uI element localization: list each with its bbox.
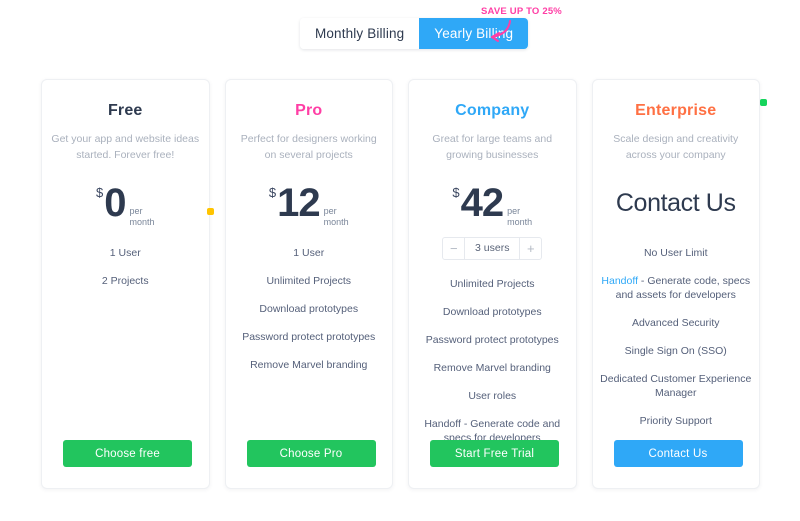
period-line-2: month bbox=[129, 217, 155, 227]
price-period: per month bbox=[507, 206, 532, 228]
feature-item: Remove Marvel branding bbox=[433, 362, 551, 374]
increment-users-button[interactable]: + bbox=[519, 238, 542, 259]
tab-monthly-billing[interactable]: Monthly Billing bbox=[300, 18, 420, 49]
plan-description-pro: Perfect for designers working on several… bbox=[240, 133, 377, 161]
plan-description-free: Get your app and website ideas started. … bbox=[51, 133, 200, 161]
currency-symbol: $ bbox=[96, 185, 104, 200]
plan-title-enterprise: Enterprise bbox=[635, 102, 717, 119]
feature-list-pro: 1 User Unlimited Projects Download proto… bbox=[227, 239, 390, 379]
feature-list-company: Unlimited Projects Download prototypes P… bbox=[411, 270, 574, 452]
handoff-link[interactable]: Handoff bbox=[601, 275, 638, 287]
yellow-marker-dot bbox=[207, 208, 214, 215]
pricing-card-company: Company Great for large teams and growin… bbox=[408, 79, 577, 489]
pricing-card-enterprise: Enterprise Scale design and creativity a… bbox=[591, 79, 760, 489]
plan-title-pro: Pro bbox=[295, 102, 323, 119]
feature-list-free: 1 User 2 Projects bbox=[44, 239, 207, 295]
period-line-1: per bbox=[507, 206, 521, 216]
user-count-stepper[interactable]: − 3 users + bbox=[442, 237, 543, 260]
price-period: per month bbox=[129, 206, 154, 228]
user-count-value: 3 users bbox=[475, 242, 510, 254]
feature-item: Advanced Security bbox=[631, 317, 720, 329]
price-block-pro: $ 12 per month bbox=[269, 173, 349, 233]
choose-pro-button[interactable]: Choose Pro bbox=[246, 440, 376, 467]
period-line-1: per bbox=[129, 206, 143, 216]
currency-symbol: $ bbox=[452, 185, 460, 200]
feature-item-handoff: Handoff - Generate code, specs and asset… bbox=[594, 267, 757, 309]
green-marker-dot bbox=[760, 99, 767, 106]
price-amount: 0 bbox=[104, 181, 126, 225]
price-block-company: $ 42 per month bbox=[452, 173, 532, 233]
plan-title-free: Free bbox=[107, 102, 143, 119]
pricing-card-free: Free Get your app and website ideas star… bbox=[41, 79, 210, 489]
pricing-card-pro: Pro Perfect for designers working on sev… bbox=[224, 79, 393, 489]
period-line-2: month bbox=[323, 217, 349, 227]
plan-title-company: Company bbox=[455, 102, 530, 119]
feature-item: Download prototypes bbox=[259, 303, 359, 315]
choose-free-button[interactable]: Choose free bbox=[63, 440, 192, 467]
save-badge: SAVE UP TO 25% bbox=[481, 6, 562, 17]
feature-item: Password protect prototypes bbox=[425, 334, 559, 346]
feature-list-enterprise: No User Limit Handoff - Generate code, s… bbox=[594, 239, 757, 435]
plan-description-company: Great for large teams and growing busine… bbox=[432, 133, 553, 161]
decrement-users-button[interactable]: − bbox=[443, 238, 466, 259]
pricing-cards: Free Get your app and website ideas star… bbox=[41, 79, 760, 489]
feature-item: 2 Projects bbox=[101, 275, 149, 287]
feature-item: Unlimited Projects bbox=[449, 278, 535, 290]
tab-yearly-billing[interactable]: Yearly Billing bbox=[419, 18, 529, 49]
contact-us-button[interactable]: Contact Us bbox=[613, 440, 743, 467]
feature-item: Single Sign On (SSO) bbox=[624, 345, 727, 357]
feature-item: Dedicated Customer Experience Manager bbox=[600, 373, 752, 399]
feature-item: 1 User bbox=[109, 247, 141, 259]
feature-item: No User Limit bbox=[643, 247, 708, 259]
feature-item: 1 User bbox=[293, 247, 325, 259]
feature-item: Remove Marvel branding bbox=[250, 359, 368, 371]
billing-toggle-group[interactable]: Monthly Billing Yearly Billing bbox=[300, 18, 529, 49]
price-amount: 42 bbox=[460, 181, 504, 225]
price-period: per month bbox=[324, 206, 349, 228]
period-line-2: month bbox=[507, 217, 533, 227]
feature-item: Password protect prototypes bbox=[242, 331, 376, 343]
plan-description-enterprise: Scale design and creativity across your … bbox=[613, 133, 739, 161]
price-amount: 12 bbox=[277, 181, 320, 225]
feature-item: User roles bbox=[468, 390, 517, 402]
feature-item: Download prototypes bbox=[442, 306, 542, 318]
start-free-trial-button[interactable]: Start Free Trial bbox=[430, 440, 559, 467]
enterprise-headline: Contact Us bbox=[615, 189, 736, 217]
billing-toggle-bar: Monthly Billing Yearly Billing SAVE UP T… bbox=[0, 0, 800, 60]
period-line-1: per bbox=[323, 206, 337, 216]
currency-symbol: $ bbox=[268, 185, 277, 200]
feature-item: Unlimited Projects bbox=[266, 275, 352, 287]
feature-item: Priority Support bbox=[639, 415, 712, 427]
pricing-page: Monthly Billing Yearly Billing SAVE UP T… bbox=[0, 0, 800, 521]
price-block-free: $ 0 per month bbox=[96, 173, 155, 233]
